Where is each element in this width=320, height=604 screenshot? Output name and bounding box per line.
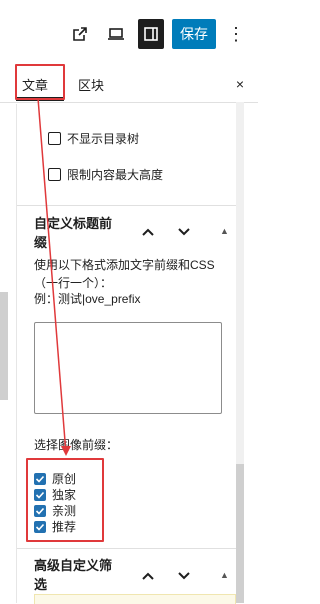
chevron-up-icon[interactable] bbox=[138, 566, 158, 586]
annotation-box-options bbox=[26, 458, 104, 542]
scrollbar-thumb[interactable] bbox=[236, 464, 244, 603]
collapse-triangle-icon[interactable]: ▲ bbox=[220, 226, 229, 236]
prefix-example: 例：测试|ove_prefix bbox=[34, 292, 141, 306]
option-limit-height[interactable]: 限制内容最大高度 bbox=[48, 166, 163, 183]
external-link-icon[interactable] bbox=[66, 20, 94, 48]
top-toolbar: 保存 ⋮ bbox=[0, 0, 258, 66]
section-title-filter: 高级自定义筛选 bbox=[34, 558, 113, 592]
more-options-button[interactable]: ⋮ bbox=[227, 20, 245, 48]
section-divider bbox=[17, 205, 236, 206]
section-controls bbox=[138, 222, 210, 242]
section-divider bbox=[17, 548, 236, 549]
option-label: 限制内容最大高度 bbox=[67, 168, 164, 182]
collapse-triangle-icon[interactable]: ▲ bbox=[220, 570, 229, 580]
panel-border bbox=[16, 104, 17, 603]
chevron-up-icon[interactable] bbox=[138, 222, 158, 242]
option-hide-toc[interactable]: 不显示目录树 bbox=[48, 130, 139, 147]
outer-scrollbar[interactable] bbox=[0, 292, 8, 400]
option-label: 不显示目录树 bbox=[67, 132, 140, 146]
laptop-icon[interactable] bbox=[100, 20, 132, 48]
tab-block[interactable]: 区块 bbox=[78, 66, 104, 102]
image-prefix-label: 选择图像前缀： bbox=[34, 438, 119, 452]
checkbox[interactable] bbox=[48, 168, 61, 181]
save-button[interactable]: 保存 bbox=[172, 19, 216, 49]
prefix-textarea[interactable] bbox=[34, 322, 222, 414]
checkbox[interactable] bbox=[48, 132, 61, 145]
annotation-box-tab bbox=[15, 64, 65, 100]
section-controls bbox=[138, 566, 210, 586]
prefix-description: 使用以下格式添加文字前缀和CSS（一行一个）： bbox=[34, 258, 215, 290]
section-title-prefix: 自定义标题前缀 bbox=[34, 216, 113, 250]
chevron-down-icon[interactable] bbox=[174, 566, 194, 586]
chevron-down-icon[interactable] bbox=[174, 222, 194, 242]
close-icon[interactable]: × bbox=[232, 66, 248, 102]
sidebar-icon[interactable] bbox=[138, 19, 164, 49]
